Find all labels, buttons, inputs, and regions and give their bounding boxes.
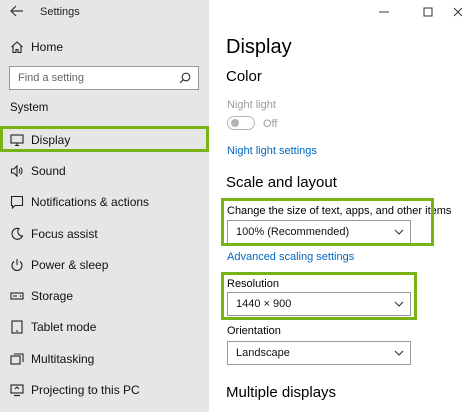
night-light-settings-link[interactable]: Night light settings (227, 145, 317, 157)
storage-icon (10, 289, 24, 303)
scale-highlight-frame (221, 198, 434, 246)
orientation-value: Landscape (236, 347, 290, 359)
home-icon (10, 40, 24, 54)
multiple-displays-heading: Multiple displays (226, 384, 337, 401)
sidebar-item-home[interactable]: Home (0, 34, 209, 62)
sidebar-item-notifications[interactable]: Notifications & actions (0, 189, 209, 217)
back-arrow-icon[interactable] (10, 5, 24, 17)
sidebar: Settings Home Find a setting System Disp… (0, 0, 209, 412)
multitasking-icon (10, 352, 24, 366)
night-light-toggle[interactable] (227, 116, 255, 130)
chevron-down-icon (394, 349, 404, 357)
sidebar-item-sound[interactable]: Sound (0, 158, 209, 186)
tablet-icon (10, 320, 24, 334)
sidebar-item-label: Multitasking (31, 352, 95, 366)
sidebar-item-focus-assist[interactable]: Focus assist (0, 221, 209, 249)
orientation-label: Orientation (227, 325, 281, 337)
speaker-icon (10, 164, 24, 178)
resolution-highlight-frame (221, 272, 417, 320)
toggle-knob (231, 119, 239, 127)
scale-heading: Scale and layout (226, 174, 337, 191)
sidebar-item-storage[interactable]: Storage (0, 283, 209, 311)
search-input[interactable]: Find a setting (9, 66, 199, 90)
maximize-icon[interactable] (418, 3, 438, 21)
sidebar-item-projecting[interactable]: Projecting to this PC (0, 377, 209, 405)
sidebar-item-label: Tablet mode (31, 320, 97, 334)
night-light-state: Off (263, 118, 278, 130)
minimize-icon[interactable] (374, 3, 394, 21)
night-light-label: Night light (227, 99, 276, 111)
search-icon[interactable] (179, 72, 191, 84)
orientation-dropdown[interactable]: Landscape (227, 341, 411, 365)
sidebar-item-label: Sound (31, 164, 66, 178)
section-label: System (10, 102, 49, 114)
display-highlight-frame (0, 126, 209, 152)
notifications-icon (10, 195, 24, 209)
search-placeholder: Find a setting (18, 72, 85, 84)
sidebar-item-label: Notifications & actions (31, 195, 150, 209)
page-title: Display (226, 36, 292, 58)
sidebar-item-label: Focus assist (31, 227, 98, 241)
close-icon[interactable] (448, 3, 468, 21)
sidebar-item-multitasking[interactable]: Multitasking (0, 346, 209, 374)
advanced-scaling-link[interactable]: Advanced scaling settings (227, 251, 354, 263)
sidebar-item-power-sleep[interactable]: Power & sleep (0, 252, 209, 280)
projecting-icon (10, 383, 24, 397)
color-heading: Color (226, 68, 262, 85)
sidebar-item-tablet-mode[interactable]: Tablet mode (0, 314, 209, 342)
sidebar-item-label: Home (31, 40, 64, 54)
sidebar-item-label: Projecting to this PC (31, 383, 140, 397)
window-title: Settings (40, 6, 80, 18)
power-icon (10, 258, 24, 272)
sidebar-item-label: Storage (31, 289, 74, 303)
sidebar-item-label: Power & sleep (31, 258, 109, 272)
moon-icon (10, 227, 24, 241)
